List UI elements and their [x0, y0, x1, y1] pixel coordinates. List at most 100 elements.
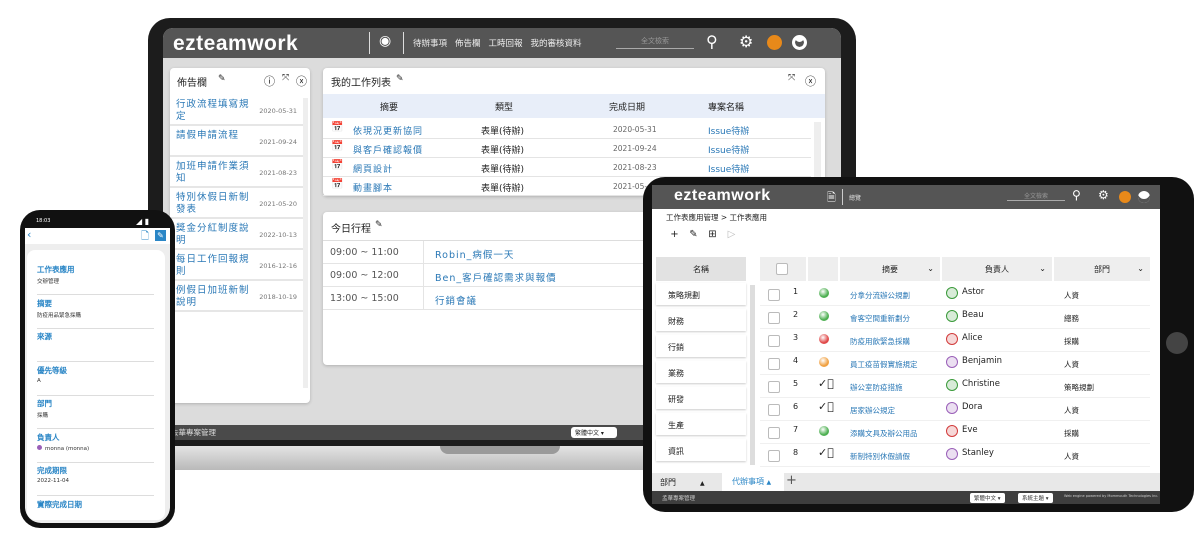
scrollbar[interactable]	[303, 98, 308, 388]
row-summary[interactable]: 會客空間重新劃分	[850, 313, 910, 324]
row-summary[interactable]: 員工疫苗假實施規定	[850, 359, 918, 370]
home-button[interactable]	[1166, 332, 1188, 354]
support-icon[interactable]	[767, 35, 782, 50]
row-summary[interactable]: 防疫用飲緊急採購	[850, 336, 910, 347]
add-tab-icon[interactable]: +	[786, 473, 797, 488]
table-row[interactable]: 1 分拿分流辦公規劃 Astor 人資	[760, 283, 1150, 306]
table-row[interactable]: 📅 與客戶確認報價 表單(待辦) 2021-09-24 Issue待辦	[323, 139, 811, 158]
table-row[interactable]: 📅 網頁設計 表單(待辦) 2021-08-23 Issue待辦	[323, 158, 811, 177]
edit-icon[interactable]: ✎	[396, 74, 404, 84]
nav-review[interactable]: 我的審核資料	[531, 37, 582, 49]
edit-icon[interactable]: ✎	[375, 220, 383, 230]
bulletin-item-title[interactable]: 每日工作回報規則	[176, 254, 256, 278]
user-icon[interactable]	[1138, 191, 1150, 203]
chevron-down-icon[interactable]: ⌄	[927, 264, 934, 273]
form-field[interactable]: 部門 採購	[37, 396, 154, 429]
theme-select[interactable]: 系統主題 ▾	[1018, 493, 1053, 503]
search-input[interactable]: 全文檢索	[616, 36, 694, 49]
schedule-row[interactable]: 09:00 ~ 11:00 Robin_病假一天	[323, 241, 653, 264]
table-row[interactable]: 8 ✓⃝ 新制特別休假請假 Stanley 人資	[760, 444, 1150, 467]
col-dept[interactable]: 部門 ⌄	[1054, 257, 1150, 281]
schedule-row[interactable]: 13:00 ~ 15:00 行銷會議	[323, 287, 653, 310]
row-checkbox[interactable]	[768, 335, 780, 347]
language-select[interactable]: 繁體中文 ▾	[571, 427, 617, 438]
edit-icon[interactable]: ✎	[155, 230, 166, 241]
close-icon[interactable]: ⓧ	[805, 73, 816, 89]
search-icon[interactable]: ⚲	[1072, 188, 1081, 202]
bulletin-item[interactable]: 例假日加班新制說明 2018-10-19	[170, 282, 303, 312]
table-row[interactable]: 5 ✓⃝ 辦公室防疫措施 Christine 策略規劃	[760, 375, 1150, 398]
expand-icon[interactable]: ⤧	[788, 73, 795, 83]
col-type[interactable]: 類型	[495, 100, 513, 113]
row-summary[interactable]: 居家辦公規定	[850, 405, 895, 416]
row-summary[interactable]: 新制特別休假請假	[850, 451, 910, 462]
form-field[interactable]: 完成期限 2022-11-04	[37, 463, 154, 496]
eye-icon[interactable]: ◉	[379, 33, 391, 49]
form-field[interactable]: 摘要 防疫用品緊急採購	[37, 296, 154, 329]
row-checkbox[interactable]	[768, 404, 780, 416]
back-icon[interactable]: ‹	[27, 228, 31, 241]
col-summary[interactable]: 摘要	[380, 100, 398, 113]
new-document-icon[interactable]: ⊞	[705, 229, 720, 244]
close-icon[interactable]: ⓧ	[296, 73, 307, 89]
row-checkbox[interactable]	[768, 358, 780, 370]
search-input[interactable]: 全文檢索	[1007, 191, 1065, 201]
document-search-icon[interactable]: 🗋	[141, 229, 149, 246]
bulletin-item-title[interactable]: 特別休假日新制發表	[176, 192, 256, 216]
row-summary[interactable]: 分拿分流辦公規劃	[850, 290, 910, 301]
bulletin-item-title[interactable]: 行政流程填寫規定	[176, 99, 256, 123]
table-row[interactable]: 3 防疫用飲緊急採購 Alice 採購	[760, 329, 1150, 352]
table-row[interactable]: 📅 依現況更新協同 表單(待辦) 2020-05-31 Issue待辦	[323, 120, 811, 139]
row-checkbox[interactable]	[768, 427, 780, 439]
form-field[interactable]: 來源	[37, 329, 154, 362]
tab-todo[interactable]: 代辦事項 ▲	[722, 473, 784, 491]
document-icon[interactable]: 🗎	[827, 189, 836, 208]
nav-overview[interactable]: 總覽	[849, 193, 861, 202]
nav-timesheet[interactable]: 工時回報	[489, 37, 523, 49]
edit-icon[interactable]: ✎	[686, 229, 701, 244]
search-icon[interactable]: ⚲	[706, 32, 718, 51]
row-project[interactable]: Issue待辦	[708, 124, 749, 137]
col-summary[interactable]: 摘要 ⌄	[840, 257, 940, 281]
table-row[interactable]: 2 會客空間重新劃分 Beau 總務	[760, 306, 1150, 329]
schedule-event[interactable]: Robin_病假一天	[435, 247, 514, 261]
edit-icon[interactable]: ✎	[218, 74, 226, 84]
form-field[interactable]: 優先等級 A	[37, 363, 154, 396]
user-icon[interactable]	[792, 35, 807, 50]
row-project[interactable]: Issue待辦	[708, 162, 749, 175]
form-field[interactable]: 工作表應用 交辦管理	[37, 262, 154, 295]
row-checkbox[interactable]	[768, 312, 780, 324]
bulletin-item[interactable]: 每日工作回報規則 2016-12-16	[170, 251, 303, 281]
col-date[interactable]: 完成日期	[609, 100, 645, 113]
row-summary[interactable]: 添購文具及辦公用品	[850, 428, 918, 439]
bulletin-item[interactable]: 特別休假日新制發表 2021-05-20	[170, 189, 303, 219]
schedule-event[interactable]: Ben_客戶確認需求與報價	[435, 270, 557, 284]
row-project[interactable]: Issue待辦	[708, 143, 749, 156]
schedule-event[interactable]: 行銷會議	[435, 293, 477, 307]
support-icon[interactable]	[1119, 191, 1131, 203]
row-checkbox[interactable]	[768, 289, 780, 301]
table-row[interactable]: 6 ✓⃝ 居家辦公規定 Dora 人資	[760, 398, 1150, 421]
form-field[interactable]: 負責人 monna (monna)	[37, 430, 154, 463]
row-checkbox[interactable]	[768, 450, 780, 462]
gear-icon[interactable]: ⚙	[739, 32, 753, 51]
row-summary[interactable]: 與客戶確認報價	[353, 143, 423, 156]
schedule-row[interactable]: 09:00 ~ 12:00 Ben_客戶確認需求與報價	[323, 264, 653, 287]
gear-icon[interactable]: ⚙	[1098, 188, 1109, 202]
bulletin-item-title[interactable]: 請假申請流程	[176, 130, 256, 142]
chevron-down-icon[interactable]: ⌄	[1039, 264, 1046, 273]
row-checkbox[interactable]	[768, 381, 780, 393]
table-row[interactable]: 7 添購文具及辦公用品 Eve 採購	[760, 421, 1150, 444]
bulletin-item-title[interactable]: 加班申請作業須知	[176, 161, 256, 185]
nav-bulletin[interactable]: 佈告欄	[455, 37, 481, 49]
nav-todo[interactable]: 待辦事項	[413, 37, 447, 49]
row-summary[interactable]: 網頁設計	[353, 162, 393, 175]
bulletin-item-title[interactable]: 例假日加班新制說明	[176, 285, 256, 309]
bulletin-item[interactable]: 行政流程填寫規定 2020-05-31	[170, 96, 303, 126]
bulletin-item[interactable]: 請假申請流程 2021-09-24	[170, 127, 303, 157]
row-summary[interactable]: 依現況更新協同	[353, 124, 423, 137]
table-row[interactable]: 4 員工疫苗假實施規定 Benjamin 人資	[760, 352, 1150, 375]
info-icon[interactable]: ⓘ	[264, 73, 275, 89]
bulletin-item-title[interactable]: 獎金分紅制度說明	[176, 223, 256, 247]
send-icon[interactable]: ▷	[724, 229, 739, 244]
